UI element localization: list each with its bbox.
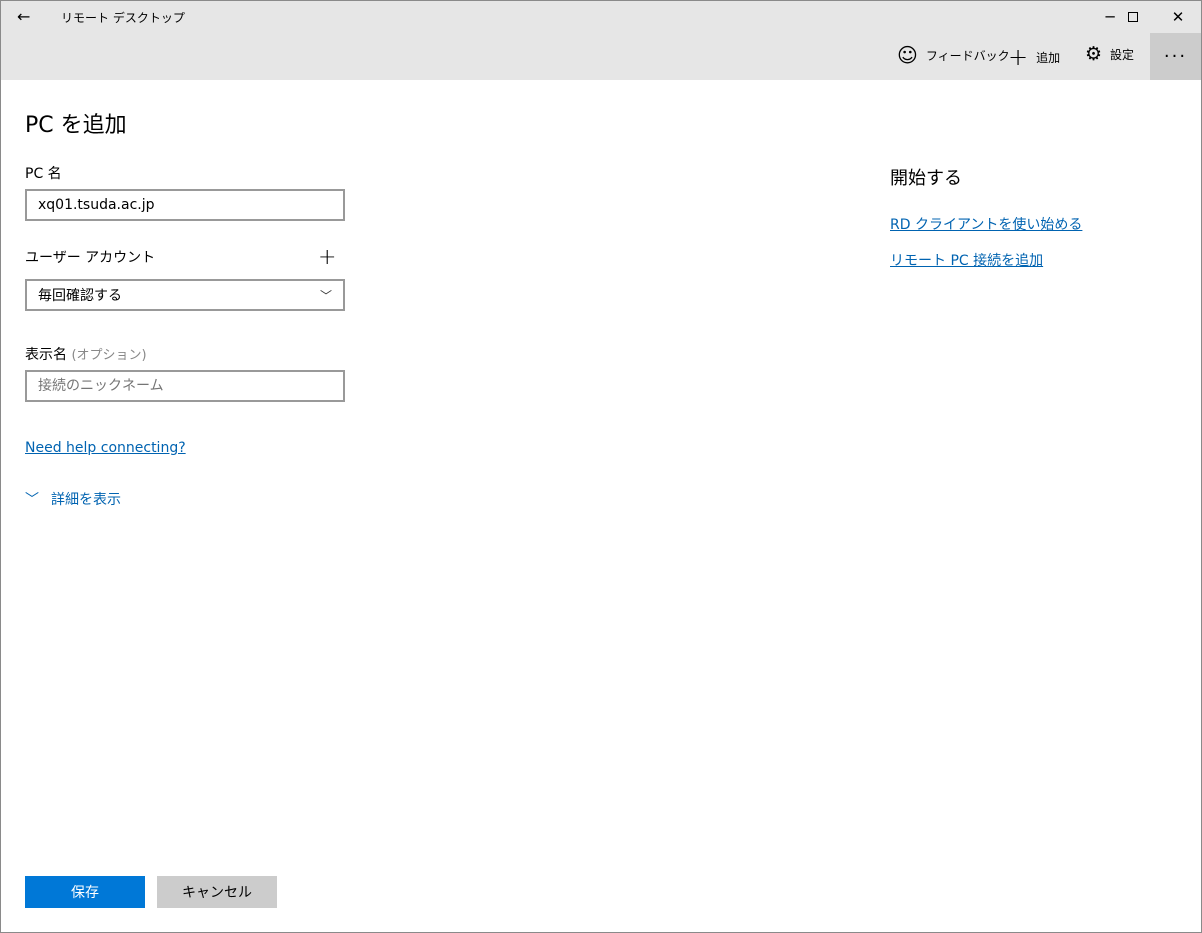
gear-icon: ⚙ [1085,43,1103,65]
window-title: リモート デスクトップ [61,11,185,25]
add-button[interactable]: + 追加 [1008,43,1060,71]
cancel-button[interactable]: キャンセル [157,876,277,908]
more-button[interactable]: ··· [1150,33,1201,80]
show-details-toggle[interactable]: ﹀ 詳細を表示 [25,489,121,509]
optional-label: (オプション) [71,348,147,363]
settings-button[interactable]: ⚙ 設定 [1085,43,1134,65]
chevron-down-icon: ﹀ [25,492,39,508]
help-link[interactable]: Need help connecting? [25,440,186,456]
pc-name-label: PC 名 [25,166,62,182]
user-account-select[interactable]: 毎回確認する ﹀ [25,279,345,311]
maximize-button[interactable] [1110,1,1156,33]
settings-label: 設定 [1110,47,1135,62]
back-icon[interactable]: ← [17,7,30,26]
get-started-link[interactable]: RD クライアントを使い始める [890,214,1082,234]
pc-name-input[interactable]: xq01.tsuda.ac.jp [25,189,345,221]
feedback-button[interactable]: ☺ フィードバック [897,43,1010,67]
user-account-value: 毎回確認する [38,288,122,304]
feedback-label: フィードバック [925,48,1010,63]
close-button[interactable]: ✕ [1155,1,1201,33]
add-label: 追加 [1036,50,1061,65]
display-name-label: 表示名 [25,347,67,363]
save-button[interactable]: 保存 [25,876,145,908]
plus-icon: + [1008,43,1029,71]
page-title: PC を追加 [25,113,127,138]
smiley-icon: ☺ [897,43,918,67]
add-remote-pc-link[interactable]: リモート PC 接続を追加 [890,250,1043,270]
chevron-down-icon: ﹀ [319,288,332,303]
side-title: 開始する [890,168,962,189]
show-details-label: 詳細を表示 [51,492,121,508]
user-account-label: ユーザー アカウント [25,250,156,266]
display-name-input[interactable] [25,370,345,402]
add-user-account-button[interactable]: + [318,245,336,270]
